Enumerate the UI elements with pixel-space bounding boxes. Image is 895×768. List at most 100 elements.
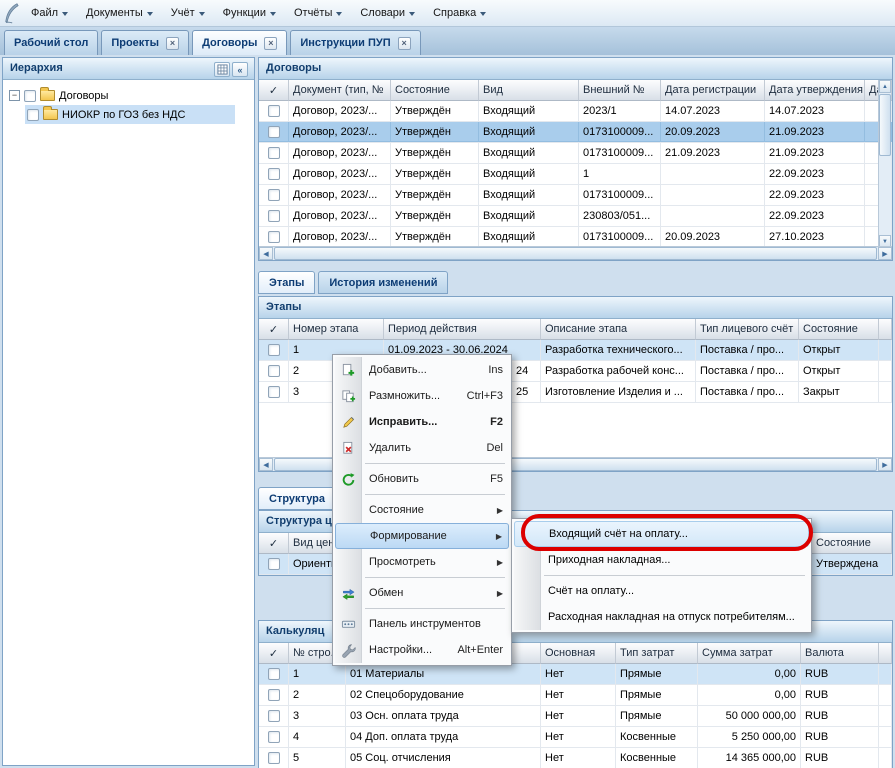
horizontal-scrollbar[interactable]: ◀ ▶ xyxy=(259,246,892,260)
contract-row[interactable]: Договор, 2023/...УтверждёнВходящий017310… xyxy=(259,143,892,164)
scroll-left-icon[interactable]: ◀ xyxy=(259,458,273,471)
tree-node-selected[interactable]: НИОКР по ГОЗ без НДС xyxy=(25,105,235,124)
menu-separator xyxy=(365,608,505,609)
row-checkbox[interactable] xyxy=(268,386,280,398)
menu-documents[interactable]: Документы xyxy=(77,2,162,24)
contract-row[interactable]: Договор, 2023/...УтверждёнВходящий122.09… xyxy=(259,164,892,185)
row-checkbox[interactable] xyxy=(268,689,280,701)
submenu-item-dispatch-note[interactable]: Расходная накладная на отпуск потребител… xyxy=(514,604,809,630)
contract-row[interactable]: Договор, 2023/...УтверждёнВходящий017310… xyxy=(259,227,892,248)
menu-reports[interactable]: Отчёты xyxy=(285,2,351,24)
tab-history[interactable]: История изменений xyxy=(318,271,448,294)
tab-pup-instructions[interactable]: Инструкции ПУП× xyxy=(290,30,420,55)
row-checkbox[interactable] xyxy=(268,558,280,570)
row-checkbox[interactable] xyxy=(268,168,280,180)
menu-item-toolbar[interactable]: Панель инструментов xyxy=(335,611,509,637)
col-kind[interactable]: Вид xyxy=(479,80,579,101)
col-period[interactable]: Период действия xyxy=(384,319,541,340)
check-column-header[interactable]: ✓ xyxy=(259,319,289,340)
contract-row[interactable]: Договор, 2023/...УтверждёнВходящий017310… xyxy=(259,185,892,206)
check-column-header[interactable]: ✓ xyxy=(259,643,289,664)
col-document[interactable]: Документ (тип, № xyxy=(289,80,391,101)
menu-file[interactable]: Файл xyxy=(22,2,77,24)
calc-row[interactable]: 202 СпецоборудованиеНетПрямые0,00RUB xyxy=(259,685,892,706)
scroll-thumb[interactable] xyxy=(879,94,891,156)
contract-row[interactable]: Договор, 2023/...УтверждёнВходящий230803… xyxy=(259,206,892,227)
row-checkbox[interactable] xyxy=(268,365,280,377)
tree-checkbox[interactable] xyxy=(27,109,39,121)
hierarchy-collapse-button[interactable]: « xyxy=(232,62,248,77)
col-currency[interactable]: Валюта xyxy=(801,643,879,664)
col-reg-date[interactable]: Дата регистрации xyxy=(661,80,765,101)
col-state[interactable]: Состояние xyxy=(391,80,479,101)
submenu-item-receipt-note[interactable]: Приходная накладная... xyxy=(514,547,809,573)
tree-checkbox[interactable] xyxy=(24,90,36,102)
submenu-item-invoice[interactable]: Счёт на оплату... xyxy=(514,578,809,604)
row-checkbox[interactable] xyxy=(268,710,280,722)
menu-item-view[interactable]: Просмотреть ▶ xyxy=(335,549,509,575)
menu-functions[interactable]: Функции xyxy=(214,2,285,24)
col-stage-number[interactable]: Номер этапа xyxy=(289,319,384,340)
calc-row[interactable]: 505 Соц. отчисленияНетКосвенные14 365 00… xyxy=(259,748,892,768)
folder-icon xyxy=(43,109,58,120)
row-checkbox[interactable] xyxy=(268,752,280,764)
menu-item-state[interactable]: Состояние ▶ xyxy=(335,497,509,523)
folder-icon xyxy=(40,90,55,101)
tab-stages[interactable]: Этапы xyxy=(258,271,315,294)
menu-item-settings[interactable]: Настройки... Alt+Enter xyxy=(335,637,509,663)
calc-row[interactable]: 303 Осн. оплата трудаНетПрямые50 000 000… xyxy=(259,706,892,727)
menu-item-edit[interactable]: Исправить... F2 xyxy=(335,409,509,435)
scroll-right-icon[interactable]: ▶ xyxy=(878,458,892,471)
tab-contracts[interactable]: Договоры× xyxy=(192,30,287,55)
submenu-item-incoming-invoice[interactable]: Входящий счёт на оплату... xyxy=(514,521,809,547)
menu-item-formation[interactable]: Формирование ▶ xyxy=(335,523,509,549)
calc-row-selected[interactable]: 101 МатериалыНетПрямые0,00RUB xyxy=(259,664,892,685)
menu-item-delete[interactable]: Удалить Del xyxy=(335,435,509,461)
contract-row[interactable]: Договор, 2023/...УтверждёнВходящий2023/1… xyxy=(259,101,892,122)
col-account-type[interactable]: Тип лицевого счёт xyxy=(696,319,799,340)
calc-row[interactable]: 404 Доп. оплата трудаНетКосвенные5 250 0… xyxy=(259,727,892,748)
hierarchy-settings-button[interactable] xyxy=(214,62,230,77)
col-main[interactable]: Основная xyxy=(541,643,616,664)
row-checkbox[interactable] xyxy=(268,731,280,743)
row-checkbox[interactable] xyxy=(268,147,280,159)
tab-structure[interactable]: Структура xyxy=(258,487,336,510)
menu-help[interactable]: Справка xyxy=(424,2,495,24)
tab-desktop[interactable]: Рабочий стол xyxy=(4,30,98,55)
menu-item-add[interactable]: Добавить... Ins xyxy=(335,357,509,383)
col-external[interactable]: Внешний № xyxy=(579,80,661,101)
scroll-left-icon[interactable]: ◀ xyxy=(259,247,273,260)
close-icon[interactable]: × xyxy=(166,37,179,50)
row-checkbox[interactable] xyxy=(268,344,280,356)
col-state[interactable]: Состояние xyxy=(799,319,879,340)
check-column-header[interactable]: ✓ xyxy=(259,533,289,554)
col-state[interactable]: Состояние xyxy=(812,533,892,554)
scroll-thumb[interactable] xyxy=(274,247,877,260)
row-checkbox[interactable] xyxy=(268,126,280,138)
col-cost-type[interactable]: Тип затрат xyxy=(616,643,698,664)
row-checkbox[interactable] xyxy=(268,189,280,201)
row-checkbox[interactable] xyxy=(268,668,280,680)
vertical-scrollbar[interactable]: ▲ ▼ xyxy=(878,80,891,248)
scroll-up-icon[interactable]: ▲ xyxy=(879,80,891,93)
tree-node-root[interactable]: − Договоры xyxy=(3,86,254,105)
row-checkbox[interactable] xyxy=(268,210,280,222)
row-checkbox[interactable] xyxy=(268,231,280,243)
menu-accounting[interactable]: Учёт xyxy=(162,2,214,24)
tab-projects[interactable]: Проекты× xyxy=(101,30,189,55)
collapse-node-icon[interactable]: − xyxy=(9,90,20,101)
row-checkbox[interactable] xyxy=(268,105,280,117)
check-column-header[interactable]: ✓ xyxy=(259,80,289,101)
menu-item-duplicate[interactable]: Размножить... Ctrl+F3 xyxy=(335,383,509,409)
col-cost-sum[interactable]: Сумма затрат xyxy=(698,643,801,664)
scroll-right-icon[interactable]: ▶ xyxy=(878,247,892,260)
close-icon[interactable]: × xyxy=(264,37,277,50)
close-icon[interactable]: × xyxy=(398,37,411,50)
col-approve-date[interactable]: Дата утверждения xyxy=(765,80,865,101)
col-description[interactable]: Описание этапа xyxy=(541,319,696,340)
menu-item-refresh[interactable]: Обновить F5 xyxy=(335,466,509,492)
menu-item-exchange[interactable]: Обмен ▶ xyxy=(335,580,509,606)
menu-dictionaries[interactable]: Словари xyxy=(351,2,424,24)
contract-row-selected[interactable]: Договор, 2023/...УтверждёнВходящий017310… xyxy=(259,122,892,143)
chevron-down-icon xyxy=(336,12,342,16)
